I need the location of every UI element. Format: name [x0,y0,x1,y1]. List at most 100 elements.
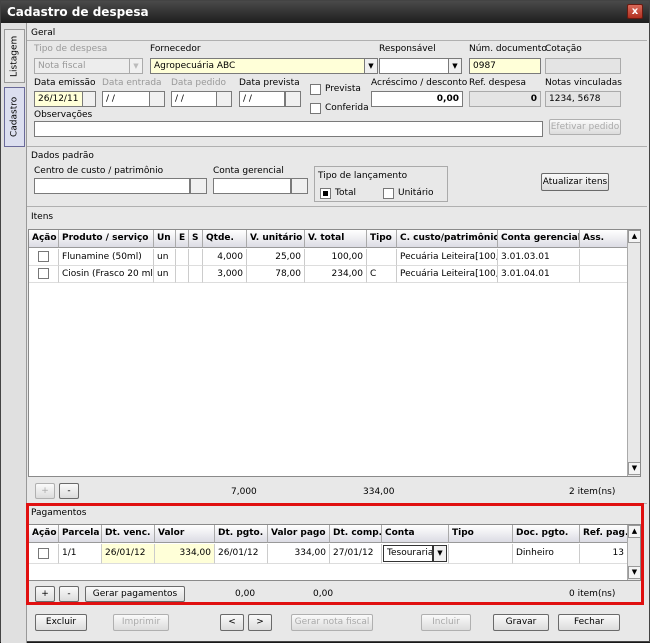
table-cell[interactable]: 26/01/12 [215,544,268,564]
table-cell[interactable]: Dinheiro [513,544,580,564]
total-radio[interactable] [320,188,331,199]
data-entrada-input[interactable]: / / [102,91,150,107]
fechar-button[interactable]: Fechar [558,614,620,631]
itens-col-header[interactable]: Produto / serviço [59,230,154,248]
calendar-icon[interactable] [216,91,232,107]
pagamentos-col-header[interactable]: Doc. pgto. [513,525,580,543]
acrescimo-input[interactable]: 0,00 [371,91,463,107]
itens-col-header[interactable]: V. unitário [247,230,305,248]
table-cell[interactable] [580,266,628,283]
fornecedor-input[interactable]: Agropecuária ABC [150,58,375,74]
table-cell[interactable]: 3,000 [203,266,247,283]
gravar-button[interactable]: Gravar [493,614,549,631]
table-cell[interactable]: 334,00 [268,544,330,564]
table-cell[interactable] [176,266,189,283]
table-cell[interactable]: un [154,249,176,266]
table-cell[interactable]: Pecuária Leiteira[100, [397,249,498,266]
table-cell[interactable] [449,544,513,564]
unitario-radio[interactable] [383,188,394,199]
conta-gerencial-lookup-icon[interactable] [291,178,308,194]
table-cell[interactable]: 25,00 [247,249,305,266]
remove-payment-button[interactable]: - [59,586,79,602]
table-row-action[interactable] [29,266,59,283]
previous-button[interactable]: < [220,614,244,631]
table-cell[interactable]: 13 [580,544,628,564]
scroll-down-icon[interactable]: ▼ [628,462,640,475]
conta-cell[interactable]: Tesouraria ▼ [382,544,449,564]
conferida-checkbox[interactable] [310,103,321,114]
conta-select[interactable]: Tesouraria [383,545,433,562]
scroll-down-icon[interactable]: ▼ [628,566,640,579]
pagamentos-col-header[interactable]: Dt. pgto. [215,525,268,543]
itens-col-header[interactable]: Ass. [580,230,628,248]
table-cell[interactable]: 334,00 [155,544,215,564]
table-cell[interactable]: 234,00 [305,266,367,283]
row-checkbox[interactable] [38,268,49,279]
add-item-button[interactable]: + [35,483,55,499]
table-row-action[interactable] [29,544,59,564]
pagamentos-col-header[interactable]: Ref. pag. [580,525,628,543]
itens-col-header[interactable]: E [176,230,189,248]
table-cell[interactable]: 78,00 [247,266,305,283]
observacoes-input[interactable] [34,121,543,137]
table-cell[interactable]: 27/01/12 [330,544,382,564]
pagamentos-col-header[interactable]: Dt. venc. [102,525,155,543]
table-cell[interactable]: Pecuária Leiteira[100, [397,266,498,283]
close-icon[interactable]: x [627,4,643,19]
calendar-icon[interactable] [285,91,301,107]
num-documento-input[interactable]: 0987 [469,58,541,74]
pagamentos-scrollbar[interactable]: ▲ ▼ [627,525,640,580]
tab-cadastro[interactable]: Cadastro [4,87,25,147]
responsavel-dropdown-icon[interactable]: ▼ [448,58,462,74]
pagamentos-col-header[interactable]: Valor pago [268,525,330,543]
conta-gerencial-input[interactable] [213,178,291,194]
table-cell[interactable]: 3.01.03.01 [498,249,580,266]
itens-col-header[interactable]: V. total [305,230,367,248]
row-checkbox[interactable] [38,548,49,559]
pagamentos-col-header[interactable]: Tipo [449,525,513,543]
data-pedido-input[interactable]: / / [171,91,217,107]
next-button[interactable]: > [248,614,272,631]
tab-listagem[interactable]: Listagem [4,29,25,83]
pagamentos-col-header[interactable]: Valor [155,525,215,543]
centro-custo-input[interactable] [34,178,190,194]
data-emissao-input[interactable]: 26/12/11 [34,91,88,107]
table-cell[interactable]: Ciosin (Frasco 20 ml) [59,266,154,283]
gerar-pagamentos-button[interactable]: Gerar pagamentos [85,586,185,602]
calendar-icon[interactable] [82,91,96,107]
itens-col-header[interactable]: Conta gerencial [498,230,580,248]
table-cell[interactable]: 26/01/12 [102,544,155,564]
table-cell[interactable]: un [154,266,176,283]
scroll-up-icon[interactable]: ▲ [628,230,640,243]
remove-item-button[interactable]: - [59,483,79,499]
gerar-nota-fiscal-button[interactable]: Gerar nota fiscal [291,614,373,631]
table-cell[interactable]: 100,00 [305,249,367,266]
chevron-down-icon[interactable]: ▼ [433,545,447,562]
table-cell[interactable] [367,249,397,266]
table-cell[interactable] [176,249,189,266]
imprimir-button[interactable]: Imprimir [113,614,169,631]
efetivar-pedido-button[interactable]: Efetivar pedido [549,119,621,135]
table-cell[interactable]: Flunamine (50ml) [59,249,154,266]
add-payment-button[interactable]: + [35,586,55,602]
table-row-action[interactable] [29,249,59,266]
calendar-icon[interactable] [149,91,165,107]
pagamentos-col-header[interactable]: Ação [29,525,59,543]
table-cell[interactable] [580,249,628,266]
itens-col-header[interactable]: S [189,230,203,248]
atualizar-itens-button[interactable]: Atualizar itens [541,173,609,191]
table-cell[interactable]: 1/1 [59,544,102,564]
table-cell[interactable]: 4,000 [203,249,247,266]
itens-col-header[interactable]: Qtde. [203,230,247,248]
scroll-up-icon[interactable]: ▲ [628,525,640,538]
table-cell[interactable]: 3.01.04.01 [498,266,580,283]
itens-col-header[interactable]: Ação [29,230,59,248]
fornecedor-dropdown-icon[interactable]: ▼ [364,58,378,74]
pagamentos-col-header[interactable]: Conta [382,525,449,543]
itens-col-header[interactable]: Un [154,230,176,248]
pagamentos-col-header[interactable]: Parcela [59,525,102,543]
itens-col-header[interactable]: C. custo/patrimônio [397,230,498,248]
table-cell[interactable]: C [367,266,397,283]
pagamentos-col-header[interactable]: Dt. comp. [330,525,382,543]
cotacao-input[interactable] [545,58,621,74]
